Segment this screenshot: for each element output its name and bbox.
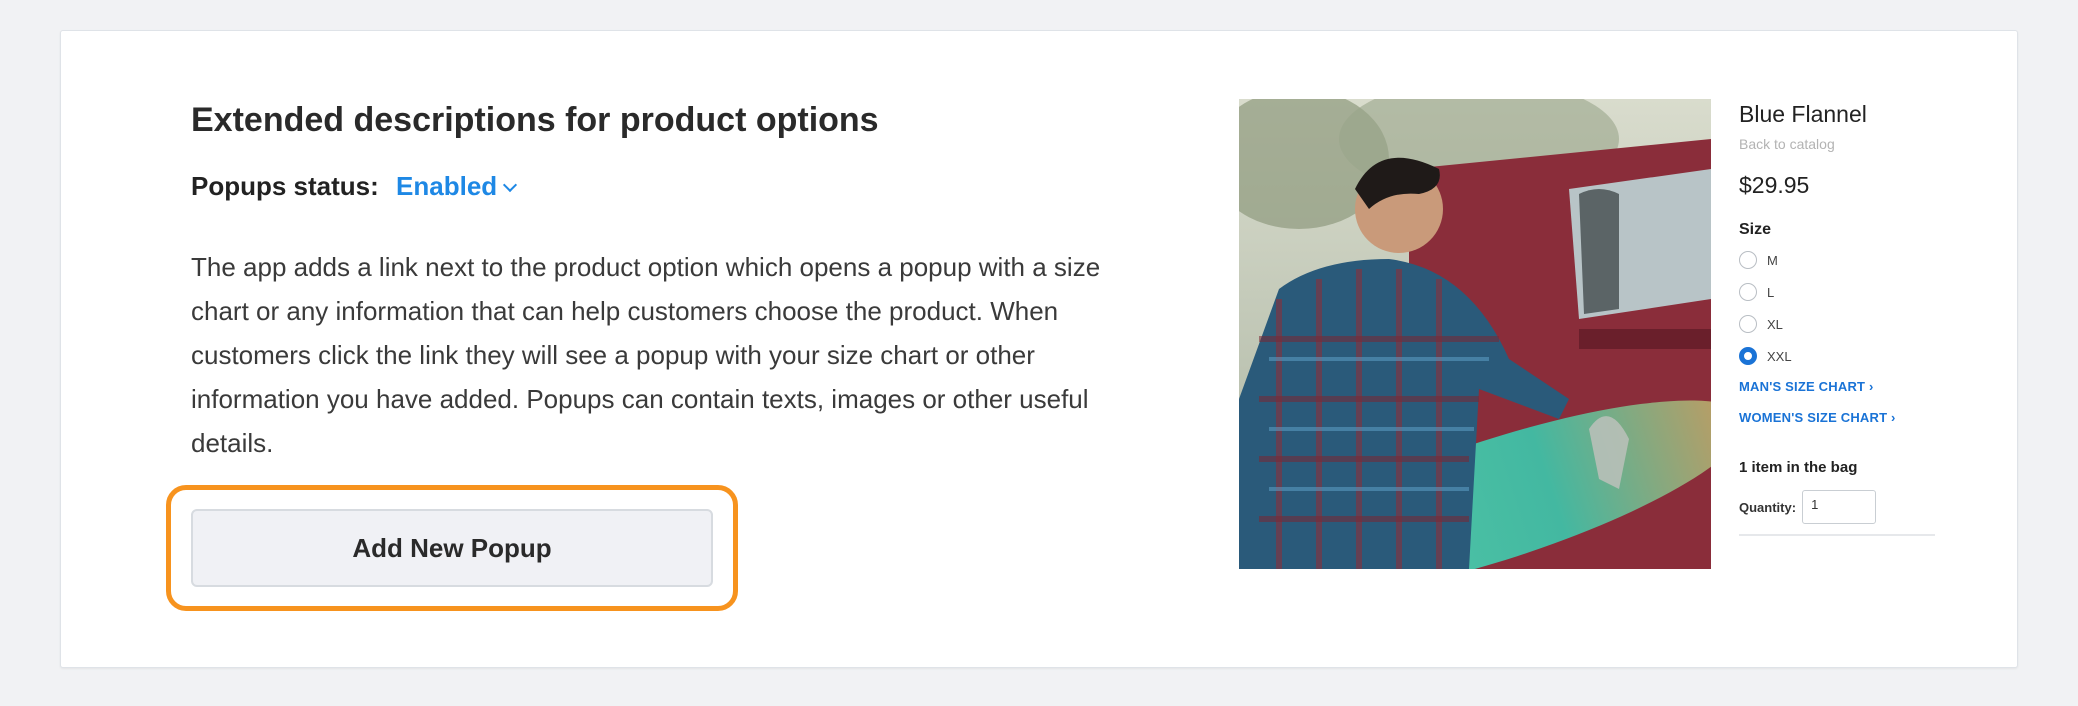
product-price: $29.95 [1739,172,1810,198]
product-name: Blue Flannel [1739,101,1867,127]
chevron-down-icon [503,177,518,193]
radio-selected-icon [1739,347,1757,365]
product-preview: Blue Flannel Back to catalog $29.95 Size… [1739,101,1979,536]
radio-icon [1739,251,1757,269]
card-title: Extended descriptions for product option… [191,101,879,139]
mans-size-chart-link[interactable]: MAN'S SIZE CHART › [1739,379,1979,394]
size-option-xxl[interactable]: XXL [1739,345,1979,367]
popups-status-row: Popups status: Enabled [191,171,518,202]
popups-status-label: Popups status: [191,171,379,201]
popups-status-value: Enabled [396,171,498,201]
womens-size-chart-link[interactable]: WOMEN'S SIZE CHART › [1739,410,1979,425]
quantity-label: Quantity: [1739,499,1797,515]
size-option-label: M [1767,252,1778,268]
settings-card: Extended descriptions for product option… [60,30,2018,668]
popups-status-dropdown[interactable]: Enabled [396,171,518,201]
quantity-input[interactable]: 1 [1802,490,1877,524]
size-label: Size [1739,221,1772,238]
size-option-label: XL [1767,316,1783,332]
product-photo-illustration [1239,99,1711,569]
back-to-catalog-link[interactable]: Back to catalog [1739,136,1979,152]
card-description: The app adds a link next to the product … [191,252,1101,458]
size-option-l[interactable]: L [1739,281,1979,303]
size-option-label: XXL [1767,348,1792,364]
size-option-label: L [1767,284,1775,300]
add-new-popup-button[interactable]: Add New Popup [191,509,713,587]
bag-count: 1 item in the bag [1739,459,1858,476]
radio-icon [1739,315,1757,333]
divider [1739,534,1935,536]
size-option-m[interactable]: M [1739,249,1979,271]
size-option-xl[interactable]: XL [1739,313,1979,335]
radio-icon [1739,283,1757,301]
quantity-row: Quantity: 1 [1739,490,1979,524]
product-photo [1239,99,1711,569]
